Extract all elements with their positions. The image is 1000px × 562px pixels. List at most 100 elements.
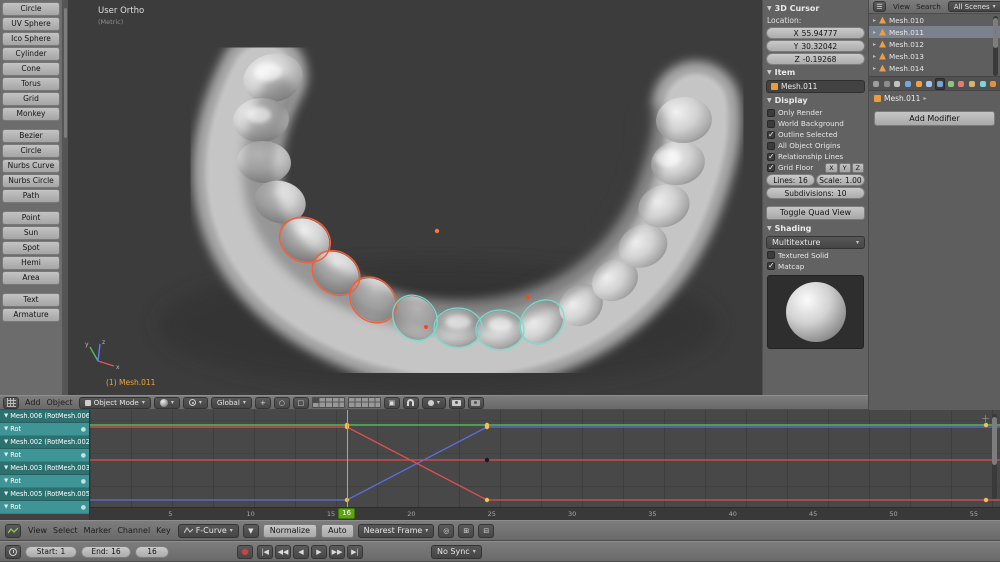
keyframe-marker[interactable] [485, 458, 489, 462]
channel-row[interactable]: ▼ Mesh.005 (RotMesh.005) ● [0, 488, 89, 501]
checkbox-row[interactable]: All Object Origins [763, 140, 868, 151]
render-layers-icon[interactable] [882, 78, 892, 90]
layer-toggles[interactable] [312, 397, 345, 408]
keyframe-marker[interactable] [485, 498, 489, 502]
checkbox[interactable] [767, 142, 775, 150]
toolshelf-button[interactable]: Sun [2, 226, 60, 240]
panel-header-item[interactable]: ▼ Item [763, 66, 868, 79]
channel-mute-icon[interactable]: ● [81, 504, 86, 511]
toolshelf-button[interactable]: Torus [2, 77, 60, 91]
object-icon[interactable] [914, 78, 924, 90]
checkbox[interactable] [767, 164, 775, 172]
render-button[interactable] [449, 397, 465, 409]
toolshelf-button[interactable]: Point [2, 211, 60, 225]
toolshelf-button[interactable]: Spot [2, 241, 60, 255]
toolshelf-button[interactable]: Cone [2, 62, 60, 76]
render-icon[interactable] [871, 78, 881, 90]
scene-icon[interactable] [892, 78, 902, 90]
menu-item[interactable]: Add [22, 398, 44, 407]
menu-item[interactable]: Object [44, 398, 76, 407]
channel-row[interactable]: ▼ Mesh.002 (RotMesh.002) ● [0, 436, 89, 449]
layer-toggles-2[interactable] [348, 397, 381, 408]
checkbox[interactable] [767, 109, 775, 117]
expand-arrow-icon[interactable]: ▼ [4, 478, 8, 484]
pivot-point-dropdown[interactable]: ▾ [183, 397, 208, 409]
snap-element-dropdown[interactable]: ▾ [422, 397, 446, 409]
toolshelf-button[interactable]: Text [2, 293, 60, 307]
play-reverse-button[interactable]: ◀ [293, 545, 309, 559]
toolshelf-button[interactable]: Cylinder [2, 47, 60, 61]
material-icon[interactable] [956, 78, 966, 90]
matcap-preview[interactable] [767, 275, 864, 349]
channel-mute-icon[interactable]: ● [81, 452, 86, 459]
next-keyframe-button[interactable]: ▶▶ [329, 545, 345, 559]
number-field[interactable]: Subdivisions: 10 [766, 187, 865, 199]
expand-arrow-icon[interactable]: ▼ [4, 465, 8, 471]
keyframe-marker[interactable] [984, 498, 988, 502]
editor-type-button[interactable]: ☰ [873, 1, 886, 12]
frame-start-field[interactable]: Start: 1 [25, 546, 77, 558]
fcurve-x-rotation[interactable] [90, 427, 1000, 500]
region-expand-icon[interactable]: ＋ [981, 412, 990, 425]
expand-arrow-icon[interactable]: ▼ [4, 491, 8, 497]
menu-item[interactable]: View [25, 526, 50, 535]
modifiers-icon[interactable] [935, 78, 945, 90]
panel-header-display[interactable]: ▼ Display [763, 94, 868, 107]
filter-button[interactable]: ▼ [243, 524, 259, 538]
toolshelf-button[interactable]: Armature [2, 308, 60, 322]
expand-arrow-icon[interactable]: ▸ [873, 29, 876, 36]
channel-row[interactable]: ▼ Rot ● [0, 423, 89, 436]
play-button[interactable]: ▶ [311, 545, 327, 559]
toolshelf-button[interactable]: Nurbs Circle [2, 174, 60, 188]
axis-toggle-button[interactable]: X [825, 163, 837, 173]
toolshelf-button[interactable]: Grid [2, 92, 60, 106]
expand-arrow-icon[interactable]: ▸ [873, 17, 876, 24]
channel-mute-icon[interactable]: ● [81, 426, 86, 433]
panel-header-shading[interactable]: ▼ Shading [763, 222, 868, 235]
menu-item[interactable]: Search [913, 2, 944, 11]
axis-toggle-button[interactable]: Z [852, 163, 864, 173]
checkbox[interactable] [767, 262, 775, 270]
checkbox[interactable] [767, 153, 775, 161]
toolshelf-button[interactable]: Ico Sphere [2, 32, 60, 46]
expand-arrow-icon[interactable]: ▼ [4, 504, 8, 510]
constraints-icon[interactable] [924, 78, 934, 90]
toolshelf-button[interactable]: Path [2, 189, 60, 203]
checkbox-row[interactable]: Textured Solid [763, 250, 868, 261]
menu-item[interactable]: Channel [114, 526, 153, 535]
checkbox[interactable] [767, 131, 775, 139]
particles-icon[interactable] [978, 78, 988, 90]
checkbox-row[interactable]: Relationship Lines [763, 151, 868, 162]
axis-toggle-button[interactable]: Y [839, 163, 851, 173]
expand-arrow-icon[interactable]: ▸ [873, 53, 876, 60]
physics-icon[interactable] [988, 78, 998, 90]
transform-orientation-dropdown[interactable]: Global ▾ [211, 397, 252, 409]
normalize-button[interactable]: Normalize [263, 524, 317, 538]
graph-scrollbar[interactable] [992, 414, 997, 499]
menu-item[interactable]: Marker [81, 526, 115, 535]
checkbox-row[interactable]: Only Render [763, 107, 868, 118]
mode-dropdown[interactable]: Object Mode ▾ [79, 397, 151, 409]
expand-arrow-icon[interactable]: ▼ [4, 426, 8, 432]
outliner-display-dropdown[interactable]: All Scenes ▾ [948, 1, 1000, 12]
menu-item[interactable]: View [890, 2, 913, 11]
copy-keyframes-button[interactable]: ⊞ [458, 524, 474, 538]
checkbox[interactable] [767, 251, 775, 259]
editor-type-button[interactable] [5, 545, 21, 559]
manipulator-scale-button[interactable]: □ [293, 397, 309, 409]
expand-arrow-icon[interactable]: ▼ [4, 452, 8, 458]
editor-type-button[interactable] [5, 524, 21, 538]
ghost-curves-button[interactable]: ◎ [438, 524, 454, 538]
channel-row[interactable]: ▼ Mesh.006 (RotMesh.006) ● [0, 410, 89, 423]
jump-to-end-button[interactable]: ▶| [347, 545, 363, 559]
toolshelf-button[interactable]: UV Sphere [2, 17, 60, 31]
texture-icon[interactable] [967, 78, 977, 90]
channel-row[interactable]: ▼ Rot ● [0, 449, 89, 462]
scrollbar-thumb[interactable] [993, 18, 998, 48]
world-icon[interactable] [903, 78, 913, 90]
outliner-row[interactable]: ▸ Mesh.013 [869, 50, 1000, 62]
checkbox-row[interactable]: Outline Selected [763, 129, 868, 140]
expand-arrow-icon[interactable]: ▼ [4, 439, 8, 445]
grid-floor-row[interactable]: Grid Floor XYZ [763, 162, 868, 173]
prev-keyframe-button[interactable]: ◀◀ [275, 545, 291, 559]
